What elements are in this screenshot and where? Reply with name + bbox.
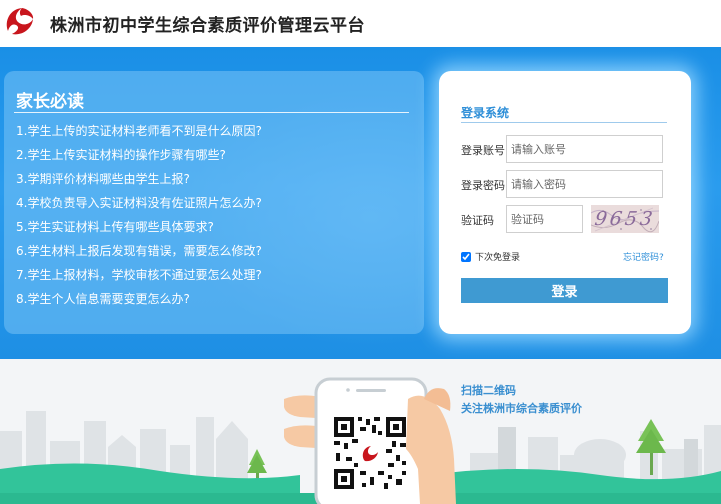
parent-reading-divider (14, 112, 409, 113)
captcha-input[interactable] (506, 205, 583, 233)
remember-checkbox[interactable] (461, 251, 471, 262)
remember-me[interactable]: 下次免登录 (461, 250, 520, 263)
captcha-label: 验证码 (461, 214, 494, 227)
forgot-password-link[interactable]: 忘记密码? (623, 250, 664, 263)
password-label: 登录密码 (461, 179, 505, 192)
account-input[interactable] (506, 135, 663, 163)
faq-link[interactable]: 1.学生上传的实证材料老师看不到是什么原因? (16, 122, 262, 146)
login-button[interactable]: 登录 (461, 278, 668, 303)
faq-link[interactable]: 3.学期评价材料哪些由学生上报? (16, 170, 262, 194)
captcha-image[interactable]: 9653 (591, 205, 659, 233)
header: 株洲市初中学生综合素质评价管理云平台 (0, 0, 721, 47)
remember-label: 下次免登录 (475, 253, 521, 263)
login-title: 登录系统 (461, 106, 510, 120)
qr-code-icon (330, 413, 410, 493)
city-phone-illustration-icon (0, 377, 721, 504)
password-input[interactable] (506, 170, 663, 198)
faq-link[interactable]: 2.学生上传实证材料的操作步骤有哪些? (16, 146, 262, 170)
faq-link[interactable]: 8.学生个人信息需要变更怎么办? (16, 290, 262, 314)
site-title: 株洲市初中学生综合素质评价管理云平台 (50, 16, 365, 36)
scan-qr-title: 扫描二维码 (461, 384, 516, 397)
account-label: 登录账号 (461, 144, 505, 157)
faq-link[interactable]: 5.学生实证材料上传有哪些具体要求? (16, 218, 262, 242)
faq-link[interactable]: 4.学校负责导入实证材料没有佐证照片怎么办? (16, 194, 262, 218)
faq-list: 1.学生上传的实证材料老师看不到是什么原因? 2.学生上传实证材料的操作步骤有哪… (16, 122, 262, 314)
login-title-underline (461, 122, 667, 123)
parent-reading-title: 家长必读 (16, 92, 84, 112)
faq-link[interactable]: 7.学生上报材料，学校审核不通过要怎么处理? (16, 266, 262, 290)
faq-link[interactable]: 6.学生材料上报后发现有错误，需要怎么修改? (16, 242, 262, 266)
captcha-text: 9653 (593, 208, 657, 230)
red-swirl-logo-icon (4, 5, 36, 37)
bottom-illustration (0, 359, 721, 504)
scan-qr-subtitle: 关注株洲市综合素质评价 (461, 402, 582, 415)
